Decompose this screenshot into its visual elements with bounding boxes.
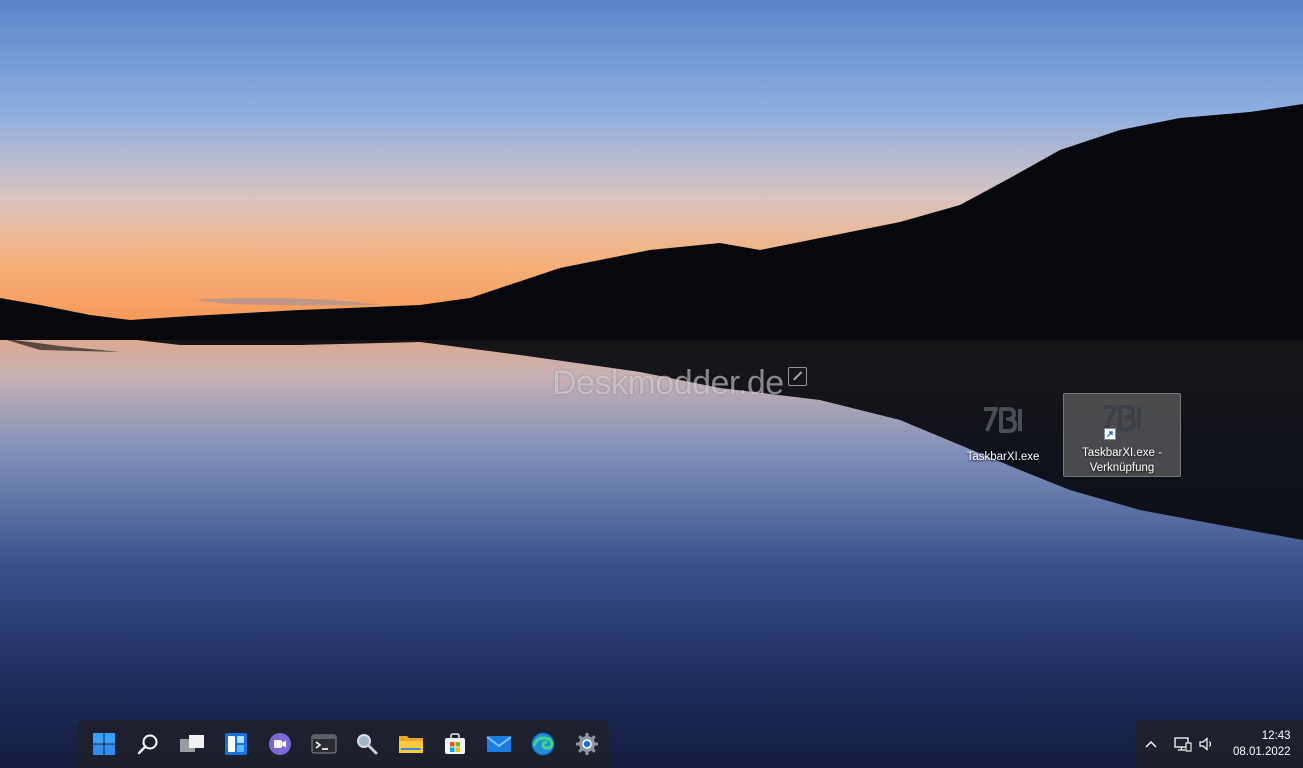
task-view-icon [179,735,204,752]
mail-button[interactable] [477,722,521,766]
watermark-text: Deskmodder.de [552,364,784,402]
volume-button[interactable] [1195,732,1219,756]
teams-chat-icon [268,733,291,755]
clock-time: 12:43 [1261,730,1291,742]
teams-chat-button[interactable] [258,722,302,766]
edge-button[interactable] [521,722,565,766]
file-explorer-button[interactable] [389,722,433,766]
taskbarxi-shortcut-icon [1098,402,1146,440]
microsoft-store-button[interactable] [433,722,477,766]
task-view-button[interactable] [170,722,214,766]
deskmodder-watermark: Deskmodder.de [552,364,807,403]
gear-icon [576,733,599,755]
widgets-button[interactable] [214,722,258,766]
desktop-icon-taskbarxi[interactable]: TaskbarXI.exe [944,393,1062,477]
desktop-icon-taskbarxi-shortcut[interactable]: TaskbarXI.exe - Verknüpfung [1063,393,1181,477]
start-button[interactable] [82,722,126,766]
search-icon [137,734,158,755]
terminal-button[interactable] [302,722,346,766]
shortcut-arrow-icon [1104,428,1116,440]
pen-icon [787,367,807,386]
edge-icon [531,732,555,756]
store-icon [445,733,466,754]
taskbarxi-icon [979,402,1027,438]
clock-date: 08.01.2022 [1233,746,1291,758]
magnifier-icon [357,734,378,755]
settings-button[interactable] [565,722,609,766]
chevron-up-icon [1145,741,1157,748]
show-hidden-icons-button[interactable] [1139,732,1163,756]
volume-icon [1199,737,1212,751]
network-button[interactable] [1171,732,1195,756]
desktop-icon-label: TaskbarXI.exe - Verknüpfung [1082,447,1162,474]
magnifier-button[interactable] [346,722,390,766]
mail-icon [486,736,512,752]
desktop-icon-label: TaskbarXI.exe [966,451,1040,463]
taskbar [78,720,609,768]
widgets-icon [224,733,247,755]
system-tray: 12:43 08.01.2022 [1135,720,1303,768]
search-button[interactable] [126,722,170,766]
windows-logo-icon [92,733,115,755]
clock[interactable]: 12:43 08.01.2022 [1233,728,1291,760]
folder-icon [399,736,424,753]
network-icon [1174,737,1192,752]
terminal-icon [311,734,337,754]
